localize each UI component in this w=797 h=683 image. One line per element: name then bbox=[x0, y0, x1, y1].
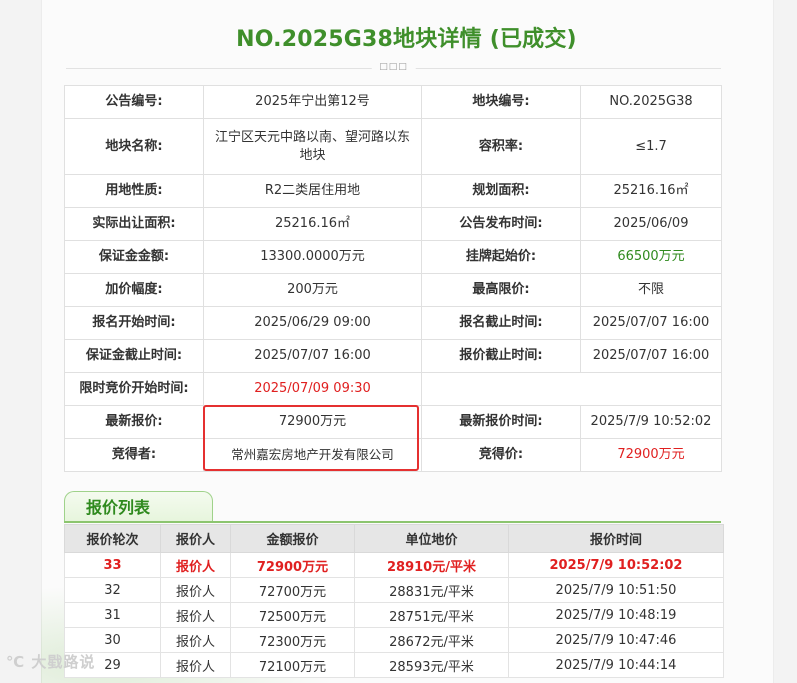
divider-glyph: □□□ bbox=[371, 62, 416, 72]
detail-row: 保证金截止时间: 2025/07/07 16:00 报价截止时间: 2025/0… bbox=[64, 339, 722, 373]
far-value: ≤1.7 bbox=[580, 118, 722, 175]
bid-row: 32 报价人 72700万元 28831元/平米 2025/7/9 10:51:… bbox=[64, 577, 724, 603]
bid-round: 33 bbox=[64, 552, 161, 578]
tab-bid-list[interactable]: 报价列表 bbox=[64, 491, 213, 521]
far-label: 容积率: bbox=[421, 118, 581, 175]
land-use-value: R2二类居住用地 bbox=[203, 174, 422, 208]
parcel-no-label: 地块编号: bbox=[421, 85, 581, 119]
detail-row: 报名开始时间: 2025/06/29 09:00 报名截止时间: 2025/07… bbox=[64, 306, 722, 340]
bid-row: 30 报价人 72300万元 28672元/平米 2025/7/9 10:47:… bbox=[64, 627, 724, 653]
deposit-label: 保证金金额: bbox=[64, 240, 204, 274]
bid-end-value: 2025/07/07 16:00 bbox=[580, 339, 722, 373]
bid-time: 2025/7/9 10:52:02 bbox=[508, 552, 724, 578]
timed-bid-value: 2025/07/09 09:30 bbox=[203, 372, 422, 406]
actual-area-label: 实际出让面积: bbox=[64, 207, 204, 241]
bid-unit-price: 28910元/平米 bbox=[354, 552, 509, 578]
col-header-unit-price: 单位地价 bbox=[354, 524, 509, 553]
latest-bid-time-label: 最新报价时间: bbox=[421, 405, 581, 439]
bid-unit-price: 28672元/平米 bbox=[354, 627, 509, 653]
bid-unit-price: 28593元/平米 bbox=[354, 652, 509, 678]
col-header-time: 报价时间 bbox=[508, 524, 724, 553]
title-divider: □□□ bbox=[66, 62, 721, 72]
notice-no-value: 2025年宁出第12号 bbox=[203, 85, 422, 119]
latest-bid-time-value: 2025/7/9 10:52:02 bbox=[580, 405, 722, 439]
bid-unit-price: 28751元/平米 bbox=[354, 602, 509, 628]
increment-label: 加价幅度: bbox=[64, 273, 204, 307]
detail-row: 公告编号: 2025年宁出第12号 地块编号: NO.2025G38 bbox=[64, 85, 722, 119]
highlight-annotation-box bbox=[203, 405, 419, 471]
deposit-end-label: 保证金截止时间: bbox=[64, 339, 204, 373]
detail-row: 用地性质: R2二类居住用地 规划面积: 25216.16㎡ bbox=[64, 174, 722, 208]
planned-area-label: 规划面积: bbox=[421, 174, 581, 208]
publish-time-value: 2025/06/09 bbox=[580, 207, 722, 241]
timed-bid-label: 限时竞价开始时间: bbox=[64, 372, 204, 406]
bid-unit-price: 28831元/平米 bbox=[354, 577, 509, 603]
col-header-round: 报价轮次 bbox=[64, 524, 161, 553]
land-use-label: 用地性质: bbox=[64, 174, 204, 208]
deposit-end-value: 2025/07/07 16:00 bbox=[203, 339, 422, 373]
win-price-value: 72900万元 bbox=[580, 438, 722, 472]
publish-time-label: 公告发布时间: bbox=[421, 207, 581, 241]
planned-area-value: 25216.16㎡ bbox=[580, 174, 722, 208]
col-header-bidder: 报价人 bbox=[160, 524, 231, 553]
deposit-value: 13300.0000万元 bbox=[203, 240, 422, 274]
latest-bid-label: 最新报价: bbox=[64, 405, 204, 439]
reg-end-value: 2025/07/07 16:00 bbox=[580, 306, 722, 340]
col-header-amount: 金额报价 bbox=[230, 524, 355, 553]
reg-start-label: 报名开始时间: bbox=[64, 306, 204, 340]
watermark: ℃ 大戥路说 bbox=[6, 651, 95, 672]
actual-area-value: 25216.16㎡ bbox=[203, 207, 422, 241]
detail-row: 实际出让面积: 25216.16㎡ 公告发布时间: 2025/06/09 bbox=[64, 207, 722, 241]
parcel-name-value: 江宁区天元中路以南、望河路以东地块 bbox=[203, 118, 422, 175]
bid-bidder: 报价人 bbox=[160, 602, 231, 628]
notice-no-label: 公告编号: bbox=[64, 85, 204, 119]
bid-table-header: 报价轮次 报价人 金额报价 单位地价 报价时间 bbox=[64, 524, 724, 553]
tab-underline bbox=[64, 521, 721, 523]
win-price-label: 竞得价: bbox=[421, 438, 581, 472]
start-price-value: 66500万元 bbox=[580, 240, 722, 274]
bid-time: 2025/7/9 10:44:14 bbox=[508, 652, 724, 678]
parcel-name-label: 地块名称: bbox=[64, 118, 204, 175]
empty-cell bbox=[421, 372, 722, 406]
detail-row: 地块名称: 江宁区天元中路以南、望河路以东地块 容积率: ≤1.7 bbox=[64, 118, 722, 175]
bid-amount: 72500万元 bbox=[230, 602, 355, 628]
bid-round: 31 bbox=[64, 602, 161, 628]
detail-row: 保证金金额: 13300.0000万元 挂牌起始价: 66500万元 bbox=[64, 240, 722, 274]
bid-time: 2025/7/9 10:48:19 bbox=[508, 602, 724, 628]
parcel-no-value: NO.2025G38 bbox=[580, 85, 722, 119]
bid-row: 31 报价人 72500万元 28751元/平米 2025/7/9 10:48:… bbox=[64, 602, 724, 628]
bid-amount: 72100万元 bbox=[230, 652, 355, 678]
bid-row: 33 报价人 72900万元 28910元/平米 2025/7/9 10:52:… bbox=[64, 552, 724, 578]
detail-row: 加价幅度: 200万元 最高限价: 不限 bbox=[64, 273, 722, 307]
increment-value: 200万元 bbox=[203, 273, 422, 307]
bid-bidder: 报价人 bbox=[160, 627, 231, 653]
bid-bidder: 报价人 bbox=[160, 577, 231, 603]
reg-end-label: 报名截止时间: bbox=[421, 306, 581, 340]
watermark-text: 大戥路说 bbox=[31, 653, 96, 671]
bid-bidder: 报价人 bbox=[160, 552, 231, 578]
bid-end-label: 报价截止时间: bbox=[421, 339, 581, 373]
watermark-icon: ℃ bbox=[6, 653, 26, 671]
bid-amount: 72900万元 bbox=[230, 552, 355, 578]
bid-amount: 72700万元 bbox=[230, 577, 355, 603]
detail-row: 限时竞价开始时间: 2025/07/09 09:30 bbox=[64, 372, 722, 406]
bid-bidder: 报价人 bbox=[160, 652, 231, 678]
page-title: NO.2025G38地块详情 (已成交) bbox=[236, 27, 577, 52]
bid-time: 2025/7/9 10:51:50 bbox=[508, 577, 724, 603]
start-price-label: 挂牌起始价: bbox=[421, 240, 581, 274]
reg-start-value: 2025/06/29 09:00 bbox=[203, 306, 422, 340]
bid-list-table: 报价轮次 报价人 金额报价 单位地价 报价时间 33 报价人 72900万元 2… bbox=[64, 524, 724, 678]
max-price-value: 不限 bbox=[580, 273, 722, 307]
bid-round: 32 bbox=[64, 577, 161, 603]
max-price-label: 最高限价: bbox=[421, 273, 581, 307]
bid-row: 29 报价人 72100万元 28593元/平米 2025/7/9 10:44:… bbox=[64, 652, 724, 678]
bid-amount: 72300万元 bbox=[230, 627, 355, 653]
bid-round: 30 bbox=[64, 627, 161, 653]
winner-label: 竞得者: bbox=[64, 438, 204, 472]
bid-time: 2025/7/9 10:47:46 bbox=[508, 627, 724, 653]
